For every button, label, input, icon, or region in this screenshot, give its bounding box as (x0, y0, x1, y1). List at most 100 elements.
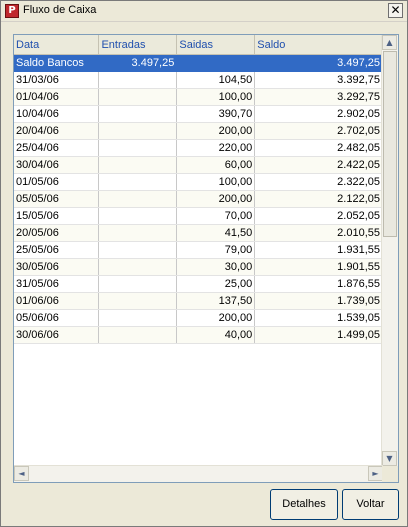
table-row[interactable]: 15/05/06 70,00 2.052,05 (14, 207, 383, 225)
scroll-left-icon[interactable]: ◄ (14, 466, 29, 481)
table-row[interactable]: 25/05/06 79,00 1.931,55 (14, 241, 383, 259)
cell-data: 31/03/06 (14, 71, 100, 89)
cell-data: 20/05/06 (14, 224, 100, 242)
scroll-up-icon[interactable]: ▲ (382, 35, 397, 50)
cell-data: 30/05/06 (14, 258, 100, 276)
cell-saldo: 1.499,05 (254, 326, 383, 344)
cell-entradas (98, 326, 178, 344)
cell-entradas (98, 190, 178, 208)
table-row[interactable]: 05/05/06 200,00 2.122,05 (14, 190, 383, 208)
cell-saldo: 1.876,55 (254, 275, 383, 293)
voltar-button[interactable]: Voltar (342, 489, 399, 520)
title-bar[interactable]: P Fluxo de Caixa ✕ (1, 1, 407, 22)
detalhes-button-label: Detalhes (282, 498, 326, 510)
cell-entradas (98, 122, 178, 140)
table-row[interactable]: 30/06/06 40,00 1.499,05 (14, 326, 383, 344)
cash-flow-table: Data Entradas Saidas Saldo Saldo Bancos 3… (14, 35, 383, 344)
cell-saldo: 2.122,05 (254, 190, 383, 208)
cell-data: 25/04/06 (14, 139, 100, 157)
cell-data: 10/04/06 (14, 105, 100, 123)
table-row[interactable]: 10/04/06 390,70 2.902,05 (14, 105, 383, 123)
column-header-data[interactable]: Data (14, 35, 100, 55)
table-row[interactable]: 01/04/06 100,00 3.292,75 (14, 88, 383, 106)
cell-saldo: 2.052,05 (254, 207, 383, 225)
grid-body: Data Entradas Saidas Saldo Saldo Bancos 3… (14, 35, 383, 466)
table-row[interactable]: 30/04/06 60,00 2.422,05 (14, 156, 383, 174)
cell-entradas: 3.497,25 (98, 54, 178, 72)
cell-saidas (176, 54, 256, 72)
column-header-saldo[interactable]: Saldo (254, 35, 383, 55)
table-row[interactable]: 05/06/06 200,00 1.539,05 (14, 309, 383, 327)
cell-saldo: 1.901,55 (254, 258, 383, 276)
table-row[interactable]: 20/05/06 41,50 2.010,55 (14, 224, 383, 242)
cell-data: 01/04/06 (14, 88, 100, 106)
column-header-saidas[interactable]: Saidas (176, 35, 256, 55)
scroll-right-icon[interactable]: ► (368, 466, 383, 481)
cell-data: Saldo Bancos (14, 54, 100, 72)
cash-flow-grid[interactable]: Data Entradas Saidas Saldo Saldo Bancos 3… (13, 34, 399, 483)
cell-entradas (98, 241, 178, 259)
detalhes-button[interactable]: Detalhes (270, 489, 338, 520)
cell-saidas: 70,00 (176, 207, 256, 225)
cell-saldo: 2.902,05 (254, 105, 383, 123)
table-row[interactable]: 31/05/06 25,00 1.876,55 (14, 275, 383, 293)
cell-data: 30/06/06 (14, 326, 100, 344)
app-logo-icon: P (5, 4, 19, 18)
table-row[interactable]: 01/06/06 137,50 1.739,05 (14, 292, 383, 310)
cell-saidas: 79,00 (176, 241, 256, 259)
table-row[interactable]: 30/05/06 30,00 1.901,55 (14, 258, 383, 276)
cell-data: 25/05/06 (14, 241, 100, 259)
cell-saldo: 2.482,05 (254, 139, 383, 157)
cell-saldo: 2.010,55 (254, 224, 383, 242)
cell-saidas: 100,00 (176, 173, 256, 191)
cell-saidas: 30,00 (176, 258, 256, 276)
table-header-row: Data Entradas Saidas Saldo (14, 35, 383, 55)
cell-saidas: 60,00 (176, 156, 256, 174)
cell-data: 20/04/06 (14, 122, 100, 140)
cell-data: 05/05/06 (14, 190, 100, 208)
window-title: Fluxo de Caixa (23, 4, 97, 16)
cell-saidas: 25,00 (176, 275, 256, 293)
cell-saidas: 200,00 (176, 309, 256, 327)
cell-saidas: 137,50 (176, 292, 256, 310)
table-row[interactable]: 25/04/06 220,00 2.482,05 (14, 139, 383, 157)
cell-data: 01/05/06 (14, 173, 100, 191)
cell-data: 31/05/06 (14, 275, 100, 293)
cell-entradas (98, 105, 178, 123)
fluxo-de-caixa-window: P Fluxo de Caixa ✕ Data Entradas Saidas … (0, 0, 408, 527)
table-row[interactable]: Saldo Bancos 3.497,25 3.497,25 (14, 54, 383, 72)
cell-saidas: 220,00 (176, 139, 256, 157)
cell-entradas (98, 88, 178, 106)
close-icon[interactable]: ✕ (388, 3, 403, 18)
cell-saidas: 40,00 (176, 326, 256, 344)
cell-saidas: 41,50 (176, 224, 256, 242)
cell-saldo: 2.702,05 (254, 122, 383, 140)
cell-entradas (98, 309, 178, 327)
vertical-scrollbar[interactable]: ▲ ▼ (381, 35, 398, 466)
scrollbar-corner (382, 466, 398, 482)
horizontal-scrollbar[interactable]: ◄ ► (14, 465, 383, 482)
cell-data: 01/06/06 (14, 292, 100, 310)
cell-saidas: 200,00 (176, 122, 256, 140)
cell-saldo: 2.422,05 (254, 156, 383, 174)
table-row[interactable]: 01/05/06 100,00 2.322,05 (14, 173, 383, 191)
cell-entradas (98, 258, 178, 276)
table-row[interactable]: 20/04/06 200,00 2.702,05 (14, 122, 383, 140)
cell-saidas: 100,00 (176, 88, 256, 106)
cell-entradas (98, 224, 178, 242)
voltar-button-label: Voltar (356, 498, 385, 510)
column-header-entradas[interactable]: Entradas (98, 35, 178, 55)
cell-saldo: 3.392,75 (254, 71, 383, 89)
scroll-down-icon[interactable]: ▼ (382, 451, 397, 466)
cell-data: 15/05/06 (14, 207, 100, 225)
cell-saidas: 104,50 (176, 71, 256, 89)
cell-entradas (98, 156, 178, 174)
cell-saidas: 200,00 (176, 190, 256, 208)
cell-entradas (98, 173, 178, 191)
cell-saldo: 2.322,05 (254, 173, 383, 191)
cell-saidas: 390,70 (176, 105, 256, 123)
vertical-scroll-thumb[interactable] (383, 51, 397, 237)
cell-saldo: 1.539,05 (254, 309, 383, 327)
table-row[interactable]: 31/03/06 104,50 3.392,75 (14, 71, 383, 89)
cell-entradas (98, 139, 178, 157)
